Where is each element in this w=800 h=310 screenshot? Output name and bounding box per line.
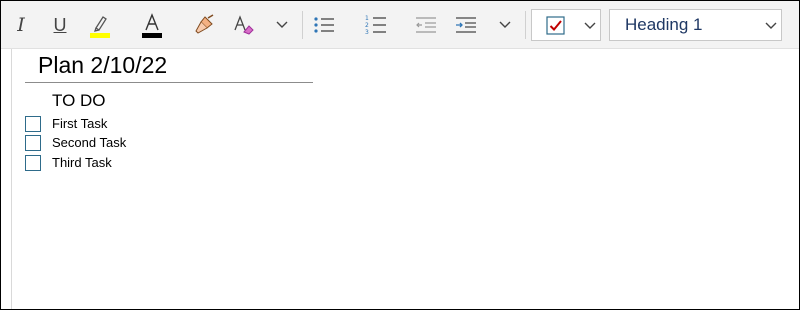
highlight-icon xyxy=(90,16,110,38)
increase-indent-icon xyxy=(456,17,476,33)
formatting-toolbar: I U 1 2 3 Heading 1 xyxy=(1,1,799,49)
more-font-options-button[interactable] xyxy=(270,13,294,37)
list-heading[interactable]: TO DO xyxy=(52,91,106,111)
underline-button[interactable]: U xyxy=(48,9,72,41)
clear-formatting-button[interactable] xyxy=(231,9,257,41)
italic-button[interactable]: I xyxy=(10,9,32,41)
italic-icon: I xyxy=(17,14,25,36)
increase-indent-button[interactable] xyxy=(453,9,479,41)
decrease-indent-icon xyxy=(416,17,436,33)
font-color-icon xyxy=(142,13,162,38)
chevron-down-icon xyxy=(584,22,596,29)
task-checkbox[interactable] xyxy=(25,135,41,151)
chevron-down-icon xyxy=(499,21,511,28)
page-title[interactable]: Plan 2/10/22 xyxy=(38,52,167,79)
tag-dropdown[interactable] xyxy=(531,9,601,41)
chevron-down-icon xyxy=(765,22,777,29)
style-dropdown-value: Heading 1 xyxy=(625,15,703,34)
clear-formatting-icon xyxy=(234,15,254,35)
bullet-list-icon xyxy=(314,17,334,33)
task-label[interactable]: Second Task xyxy=(52,135,126,150)
format-painter-button[interactable] xyxy=(191,9,217,41)
svg-text:1: 1 xyxy=(365,15,369,22)
svg-text:3: 3 xyxy=(365,29,369,36)
page-margin-line xyxy=(11,49,12,309)
title-underline xyxy=(25,82,313,83)
task-label[interactable]: Third Task xyxy=(52,155,112,170)
numbered-list-button[interactable]: 1 2 3 xyxy=(363,9,389,41)
task-label[interactable]: First Task xyxy=(52,116,107,131)
toolbar-separator xyxy=(302,11,303,39)
decrease-indent-button[interactable] xyxy=(413,9,439,41)
font-color-button[interactable] xyxy=(139,9,165,41)
chevron-down-icon xyxy=(276,21,288,28)
bullet-list-button[interactable] xyxy=(311,9,337,41)
highlight-button[interactable] xyxy=(87,9,113,41)
toolbar-separator xyxy=(525,11,526,39)
svg-text:2: 2 xyxy=(365,22,369,29)
numbered-list-icon: 1 2 3 xyxy=(365,15,386,36)
style-dropdown[interactable]: Heading 1 xyxy=(609,9,782,41)
checkbox-tag-icon xyxy=(546,16,565,35)
underline-icon: U xyxy=(53,14,67,35)
task-checkbox[interactable] xyxy=(25,116,41,132)
format-painter-icon xyxy=(195,14,214,34)
task-checkbox[interactable] xyxy=(25,155,41,171)
more-paragraph-options-button[interactable] xyxy=(493,13,517,37)
